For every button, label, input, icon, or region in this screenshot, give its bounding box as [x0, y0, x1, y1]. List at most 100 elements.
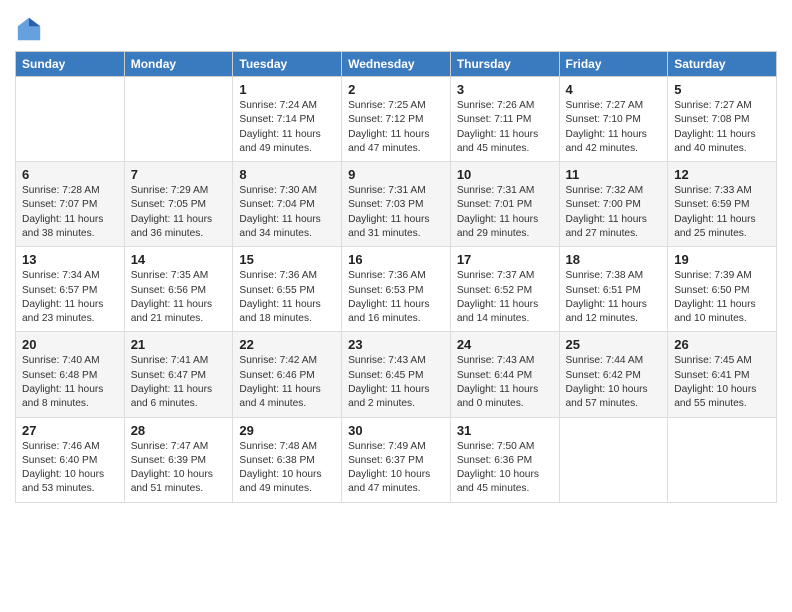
cell-2-6: 19 Sunrise: 7:39 AMSunset: 6:50 PMDayligh…	[668, 247, 777, 332]
day-number: 28	[131, 423, 227, 438]
cell-4-2: 29Sunrise: 7:48 AMSunset: 6:38 PMDayligh…	[233, 417, 342, 502]
cell-4-1: 28 Sunrise: 7:47 AMSunset: 6:39 PMDayligh…	[124, 417, 233, 502]
cell-1-0: 6 Sunrise: 7:28 AMSunset: 7:07 PMDaylight…	[16, 162, 125, 247]
header-wednesday: Wednesday	[342, 52, 451, 77]
day-number: 24	[457, 337, 553, 352]
day-info: Sunrise: 7:32 AMSunset: 7:00 PMDaylight:…	[566, 184, 662, 241]
cell-4-0: 27Sunrise: 7:46 AMSunset: 6:40 PMDayligh…	[16, 417, 125, 502]
header-monday: Monday	[124, 52, 233, 77]
cell-4-3: 30 Sunrise: 7:49 AMSunset: 6:37 PMDayligh…	[342, 417, 451, 502]
day-info: Sunrise: 7:25 AMSunset: 7:12 PMDaylight:…	[348, 99, 444, 156]
header-sunday: Sunday	[16, 52, 125, 77]
cell-0-0	[16, 77, 125, 162]
cell-0-3: 2 Sunrise: 7:25 AMSunset: 7:12 PMDaylight…	[342, 77, 451, 162]
day-info: Sunrise: 7:33 AMSunset: 6:59 PMDaylight:…	[674, 184, 770, 241]
cell-2-0: 13 Sunrise: 7:34 AMSunset: 6:57 PMDayligh…	[16, 247, 125, 332]
week-row-4: 20 Sunrise: 7:40 AMSunset: 6:48 PMDayligh…	[16, 332, 777, 417]
cell-0-1	[124, 77, 233, 162]
cell-4-6	[668, 417, 777, 502]
day-number: 30	[348, 423, 444, 438]
cell-1-2: 8 Sunrise: 7:30 AMSunset: 7:04 PMDaylight…	[233, 162, 342, 247]
day-number: 22	[239, 337, 335, 352]
day-number: 1	[239, 82, 335, 97]
day-number: 2	[348, 82, 444, 97]
day-info: Sunrise: 7:28 AMSunset: 7:07 PMDaylight:…	[22, 184, 118, 241]
day-info: Sunrise: 7:24 AMSunset: 7:14 PMDaylight:…	[239, 99, 335, 156]
cell-3-6: 26Sunrise: 7:45 AMSunset: 6:41 PMDayligh…	[668, 332, 777, 417]
day-info: Sunrise: 7:41 AMSunset: 6:47 PMDaylight:…	[131, 354, 227, 411]
day-info: Sunrise: 7:46 AMSunset: 6:40 PMDaylight:…	[22, 440, 118, 497]
day-info: Sunrise: 7:34 AMSunset: 6:57 PMDaylight:…	[22, 269, 118, 326]
cell-2-1: 14 Sunrise: 7:35 AMSunset: 6:56 PMDayligh…	[124, 247, 233, 332]
cell-3-2: 22 Sunrise: 7:42 AMSunset: 6:46 PMDayligh…	[233, 332, 342, 417]
day-number: 14	[131, 252, 227, 267]
day-number: 25	[566, 337, 662, 352]
cell-1-1: 7 Sunrise: 7:29 AMSunset: 7:05 PMDaylight…	[124, 162, 233, 247]
day-info: Sunrise: 7:47 AMSunset: 6:39 PMDaylight:…	[131, 440, 227, 497]
day-number: 19	[674, 252, 770, 267]
days-of-week-row: SundayMondayTuesdayWednesdayThursdayFrid…	[16, 52, 777, 77]
day-info: Sunrise: 7:49 AMSunset: 6:37 PMDaylight:…	[348, 440, 444, 497]
day-info: Sunrise: 7:43 AMSunset: 6:45 PMDaylight:…	[348, 354, 444, 411]
day-info: Sunrise: 7:39 AMSunset: 6:50 PMDaylight:…	[674, 269, 770, 326]
cell-0-4: 3 Sunrise: 7:26 AMSunset: 7:11 PMDaylight…	[450, 77, 559, 162]
cell-3-0: 20 Sunrise: 7:40 AMSunset: 6:48 PMDayligh…	[16, 332, 125, 417]
cell-3-5: 25Sunrise: 7:44 AMSunset: 6:42 PMDayligh…	[559, 332, 668, 417]
cell-2-5: 18 Sunrise: 7:38 AMSunset: 6:51 PMDayligh…	[559, 247, 668, 332]
day-info: Sunrise: 7:50 AMSunset: 6:36 PMDaylight:…	[457, 440, 553, 497]
week-row-2: 6 Sunrise: 7:28 AMSunset: 7:07 PMDaylight…	[16, 162, 777, 247]
day-info: Sunrise: 7:40 AMSunset: 6:48 PMDaylight:…	[22, 354, 118, 411]
day-number: 18	[566, 252, 662, 267]
logo-icon	[15, 15, 43, 43]
header-tuesday: Tuesday	[233, 52, 342, 77]
cell-1-3: 9 Sunrise: 7:31 AMSunset: 7:03 PMDaylight…	[342, 162, 451, 247]
day-info: Sunrise: 7:27 AMSunset: 7:10 PMDaylight:…	[566, 99, 662, 156]
day-info: Sunrise: 7:30 AMSunset: 7:04 PMDaylight:…	[239, 184, 335, 241]
cell-3-3: 23Sunrise: 7:43 AMSunset: 6:45 PMDayligh…	[342, 332, 451, 417]
day-number: 9	[348, 167, 444, 182]
cell-2-4: 17 Sunrise: 7:37 AMSunset: 6:52 PMDayligh…	[450, 247, 559, 332]
week-row-5: 27Sunrise: 7:46 AMSunset: 6:40 PMDayligh…	[16, 417, 777, 502]
day-info: Sunrise: 7:42 AMSunset: 6:46 PMDaylight:…	[239, 354, 335, 411]
day-info: Sunrise: 7:31 AMSunset: 7:03 PMDaylight:…	[348, 184, 444, 241]
calendar-header: SundayMondayTuesdayWednesdayThursdayFrid…	[16, 52, 777, 77]
calendar-table: SundayMondayTuesdayWednesdayThursdayFrid…	[15, 51, 777, 503]
day-number: 7	[131, 167, 227, 182]
cell-2-2: 15Sunrise: 7:36 AMSunset: 6:55 PMDayligh…	[233, 247, 342, 332]
cell-4-5	[559, 417, 668, 502]
day-number: 11	[566, 167, 662, 182]
header-friday: Friday	[559, 52, 668, 77]
day-number: 21	[131, 337, 227, 352]
day-number: 10	[457, 167, 553, 182]
day-number: 8	[239, 167, 335, 182]
header-saturday: Saturday	[668, 52, 777, 77]
day-info: Sunrise: 7:26 AMSunset: 7:11 PMDaylight:…	[457, 99, 553, 156]
day-info: Sunrise: 7:27 AMSunset: 7:08 PMDaylight:…	[674, 99, 770, 156]
day-info: Sunrise: 7:38 AMSunset: 6:51 PMDaylight:…	[566, 269, 662, 326]
day-info: Sunrise: 7:35 AMSunset: 6:56 PMDaylight:…	[131, 269, 227, 326]
day-number: 13	[22, 252, 118, 267]
cell-0-6: 5 Sunrise: 7:27 AMSunset: 7:08 PMDaylight…	[668, 77, 777, 162]
day-number: 29	[239, 423, 335, 438]
day-number: 17	[457, 252, 553, 267]
cell-1-6: 12 Sunrise: 7:33 AMSunset: 6:59 PMDayligh…	[668, 162, 777, 247]
day-info: Sunrise: 7:36 AMSunset: 6:53 PMDaylight:…	[348, 269, 444, 326]
cell-1-4: 10Sunrise: 7:31 AMSunset: 7:01 PMDayligh…	[450, 162, 559, 247]
day-number: 15	[239, 252, 335, 267]
page-header	[15, 10, 777, 43]
day-number: 3	[457, 82, 553, 97]
day-number: 12	[674, 167, 770, 182]
day-number: 4	[566, 82, 662, 97]
cell-1-5: 11 Sunrise: 7:32 AMSunset: 7:00 PMDayligh…	[559, 162, 668, 247]
day-info: Sunrise: 7:37 AMSunset: 6:52 PMDaylight:…	[457, 269, 553, 326]
week-row-1: 1 Sunrise: 7:24 AMSunset: 7:14 PMDaylight…	[16, 77, 777, 162]
cell-0-5: 4 Sunrise: 7:27 AMSunset: 7:10 PMDaylight…	[559, 77, 668, 162]
calendar-body: 1 Sunrise: 7:24 AMSunset: 7:14 PMDaylight…	[16, 77, 777, 503]
cell-0-2: 1 Sunrise: 7:24 AMSunset: 7:14 PMDaylight…	[233, 77, 342, 162]
day-info: Sunrise: 7:29 AMSunset: 7:05 PMDaylight:…	[131, 184, 227, 241]
day-number: 6	[22, 167, 118, 182]
day-number: 20	[22, 337, 118, 352]
day-number: 5	[674, 82, 770, 97]
logo	[15, 15, 47, 43]
cell-3-4: 24Sunrise: 7:43 AMSunset: 6:44 PMDayligh…	[450, 332, 559, 417]
